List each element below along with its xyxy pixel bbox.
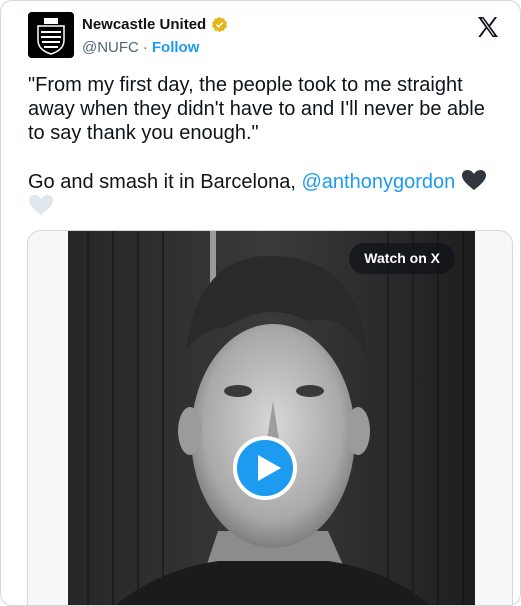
tweet-quote: "From my first day, the people took to m…	[28, 74, 485, 144]
nufc-crest-icon	[28, 12, 74, 58]
video-thumbnail[interactable]: Watch on X	[68, 231, 475, 605]
watch-on-x-button[interactable]: Watch on X	[349, 243, 455, 274]
tweet-line2-prefix: Go and smash it in Barcelona,	[28, 171, 302, 193]
play-button[interactable]	[233, 436, 297, 500]
handle-row: @NUFC · Follow	[82, 39, 199, 56]
avatar[interactable]	[28, 12, 74, 58]
portrait-image	[68, 231, 475, 605]
tweet-line2: Go and smash it in Barcelona, @anthonygo…	[28, 169, 498, 219]
account-name[interactable]: Newcastle United	[82, 16, 206, 33]
follow-button[interactable]: Follow	[152, 39, 200, 56]
mention-link[interactable]: @anthonygordon	[301, 171, 455, 193]
white-heart-icon	[29, 195, 53, 215]
play-icon	[258, 455, 281, 481]
verified-badge-icon	[212, 16, 228, 33]
account-handle[interactable]: @NUFC	[82, 39, 139, 56]
account-name-row: Newcastle United	[82, 16, 228, 33]
black-heart-icon	[461, 170, 486, 190]
separator-dot: ·	[142, 39, 148, 56]
x-logo-icon[interactable]	[476, 15, 500, 39]
tweet-card: Newcastle United @NUFC · Follow "From my…	[0, 0, 521, 606]
video-media[interactable]: Watch on X	[27, 230, 513, 605]
tweet-text: "From my first day, the people took to m…	[28, 73, 498, 219]
